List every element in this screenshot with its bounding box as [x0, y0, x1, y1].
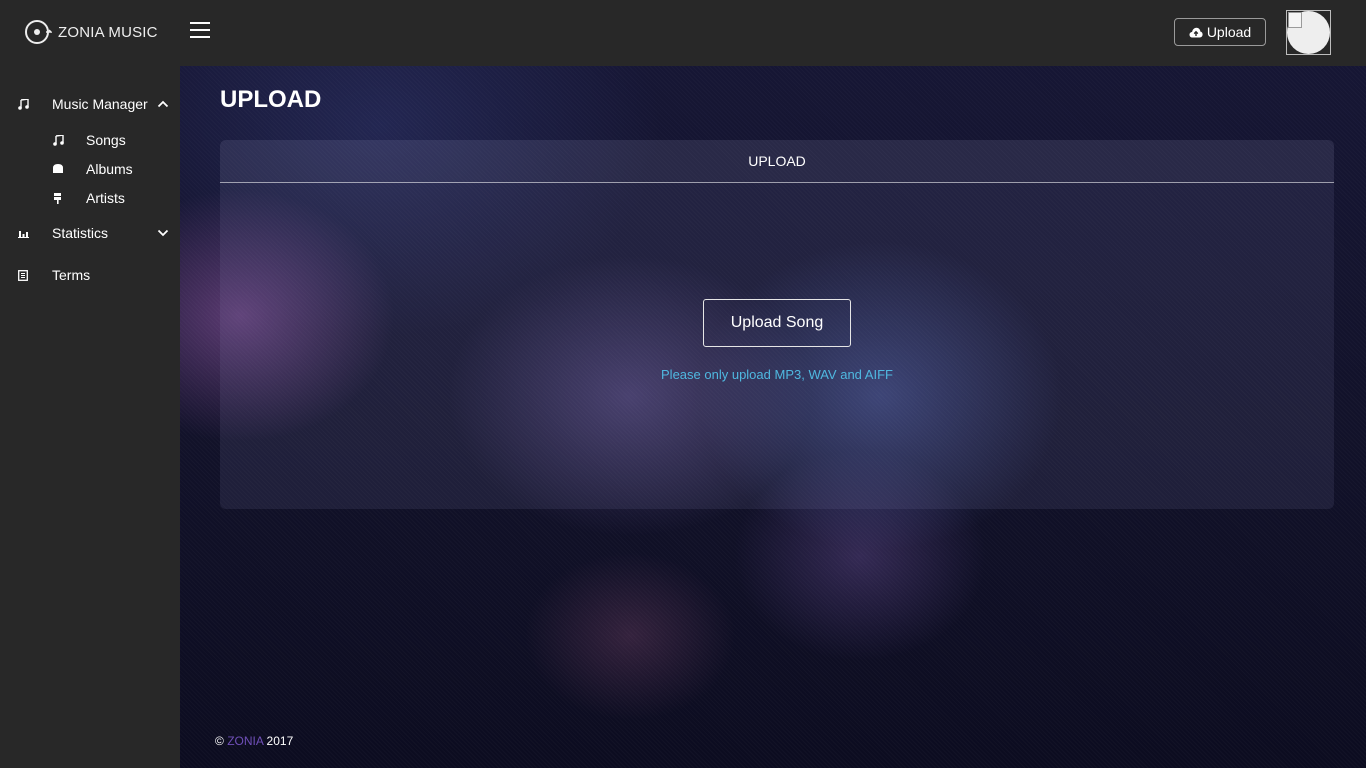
cloud-upload-icon — [1189, 27, 1203, 37]
document-icon — [17, 269, 29, 281]
sidebar-item-label: Albums — [86, 161, 133, 177]
broken-image-icon — [1288, 12, 1302, 28]
music-note-icon — [52, 134, 64, 146]
sidebar-item-label: Statistics — [52, 225, 109, 241]
file-format-hint: Please only upload MP3, WAV and AIFF — [661, 367, 893, 382]
hamburger-menu-icon[interactable] — [190, 22, 210, 38]
sidebar-item-songs[interactable]: Songs — [0, 132, 180, 148]
header-upload-button[interactable]: Upload — [1174, 18, 1266, 46]
sidebar-item-label: Songs — [86, 132, 126, 148]
vinyl-logo-icon — [25, 20, 52, 44]
bar-chart-icon — [17, 227, 29, 239]
card-header: UPLOAD — [220, 140, 1334, 183]
footer-year: 2017 — [266, 734, 294, 748]
sidebar-item-artists[interactable]: Artists — [0, 190, 180, 206]
sidebar-item-label: Artists — [86, 190, 125, 206]
music-note-icon — [17, 98, 29, 110]
main-content: UPLOAD UPLOAD Upload Song Please only up… — [180, 66, 1366, 768]
chevron-up-icon[interactable] — [157, 98, 169, 110]
logo-text: ZONIA MUSIC — [58, 23, 158, 41]
sidebar-item-statistics[interactable]: Statistics — [0, 225, 180, 241]
upload-card: UPLOAD Upload Song Please only upload MP… — [220, 140, 1334, 509]
sidebar-item-albums[interactable]: Albums — [0, 161, 180, 177]
upload-song-button[interactable]: Upload Song — [703, 299, 851, 347]
header-upload-label: Upload — [1206, 24, 1252, 40]
sidebar-item-music-manager[interactable]: Music Manager — [0, 96, 180, 112]
sidebar: Music Manager Songs Albums Artists Stati… — [0, 66, 180, 768]
chevron-down-icon[interactable] — [157, 227, 169, 239]
top-bar: ZONIA MUSIC Upload — [0, 0, 1366, 66]
sidebar-item-label: Music Manager — [52, 96, 148, 112]
upload-song-label: Upload Song — [730, 314, 824, 331]
footer: © ZONIA 2017 — [215, 734, 293, 748]
album-icon — [52, 163, 64, 175]
copyright-symbol: © — [215, 734, 224, 748]
card-title: UPLOAD — [748, 153, 806, 169]
footer-brand-link[interactable]: ZONIA — [227, 734, 263, 748]
logo[interactable]: ZONIA MUSIC — [24, 18, 158, 46]
page-title: UPLOAD — [220, 86, 322, 113]
artist-icon — [52, 192, 64, 204]
sidebar-item-label: Terms — [52, 267, 91, 283]
sidebar-item-terms[interactable]: Terms — [0, 267, 180, 283]
